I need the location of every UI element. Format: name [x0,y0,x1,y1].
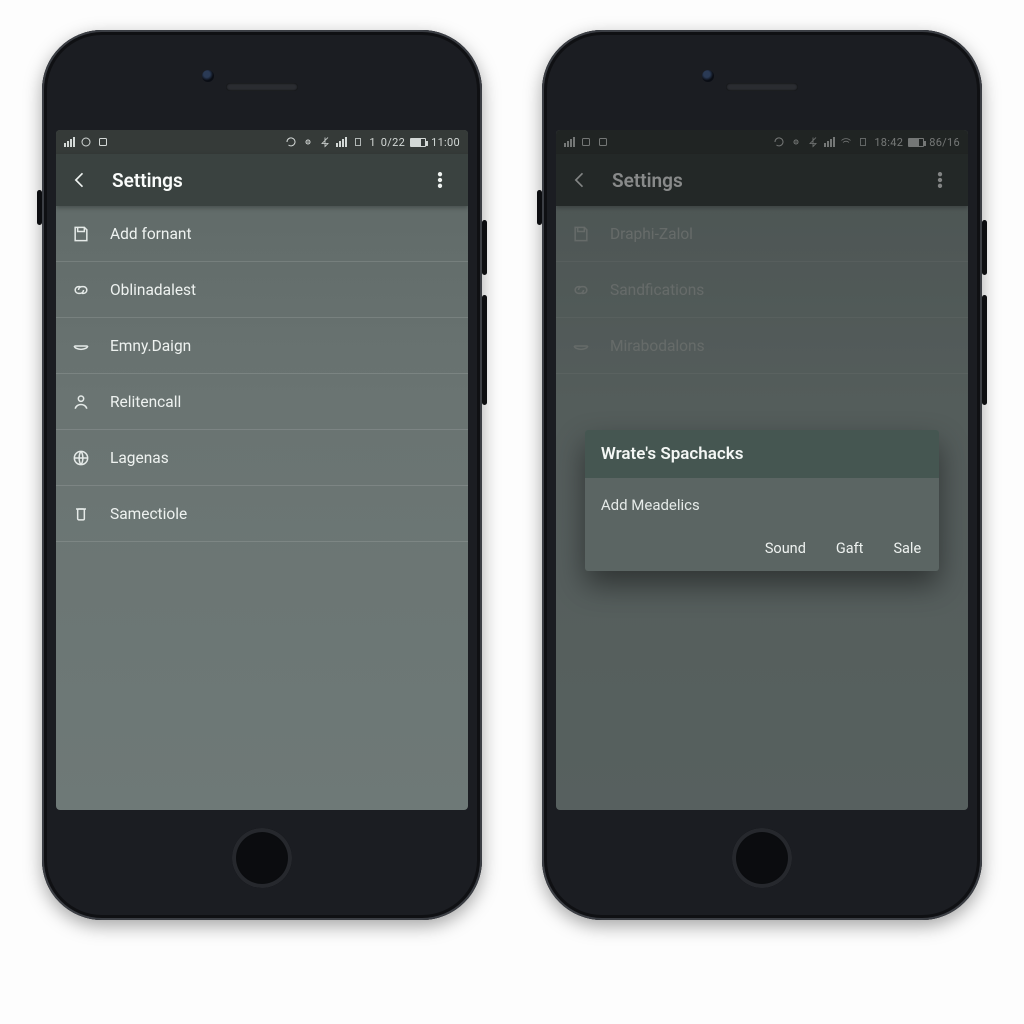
dialog-scrim[interactable]: Wrate's Spachacks Add Meadelics Sound Ga… [556,130,968,810]
settings-item-add-fornant[interactable]: Add fornant [56,206,468,262]
bezel-bottom [56,810,468,906]
cell-icon [352,136,364,148]
settings-item-label: Lagenas [110,449,169,467]
signal-icon [336,137,347,147]
dialog-body: Add Meadelics [585,478,939,540]
bezel-bottom [556,810,968,906]
status-right: 1 0/22 11:00 [285,136,460,149]
trash-icon [70,503,92,525]
more-vert-icon [430,170,450,190]
settings-item-samectiole[interactable]: Samectiole [56,486,468,542]
settings-item-label: Add fornant [110,225,192,243]
bezel-top [56,44,468,130]
status-bar: 1 0/22 11:00 [56,130,468,154]
bluetooth-icon [319,136,331,148]
settings-item-label: Samectiole [110,505,187,523]
page-title: Settings [112,169,183,192]
sync-icon [80,136,92,148]
settings-item-label: Oblinadalest [110,281,196,299]
signal-icon [64,137,75,147]
dialog-action-sound[interactable]: Sound [765,540,806,557]
refresh-icon [285,136,297,148]
settings-item-label: Relitencall [110,393,181,411]
gps-icon [302,136,314,148]
settings-list: Add fornant Oblinadalest Emny.Daign Reli… [56,206,468,542]
dialog-actions: Sound Gaft Sale [585,540,939,571]
dialog-action-gaft[interactable]: Gaft [836,540,864,557]
phone-left: 1 0/22 11:00 Settings Add fornant [42,30,482,920]
settings-item-label: Emny.Daign [110,337,191,355]
status-text: 0/22 [381,136,405,149]
home-button[interactable] [732,828,792,888]
phone-right: 18:42 86/16 Settings Draphi-Zalol Sandfi [542,30,982,920]
dialog: Wrate's Spachacks Add Meadelics Sound Ga… [585,430,939,571]
screen: 18:42 86/16 Settings Draphi-Zalol Sandfi [556,130,968,810]
settings-item-emny-daign[interactable]: Emny.Daign [56,318,468,374]
arrow-left-icon [70,170,90,190]
screen: 1 0/22 11:00 Settings Add fornant [56,130,468,810]
globe-icon [70,447,92,469]
status-text: 1 [369,136,375,149]
dialog-title: Wrate's Spachacks [585,430,939,478]
front-camera [202,70,214,82]
save-icon [70,223,92,245]
settings-item-oblinadalest[interactable]: Oblinadalest [56,262,468,318]
bezel-top [556,44,968,130]
battery-icon [410,138,426,147]
link-icon [70,279,92,301]
person-icon [70,391,92,413]
app-bar: Settings [56,154,468,206]
back-button[interactable] [60,160,100,200]
settings-item-relitencall[interactable]: Relitencall [56,374,468,430]
home-button[interactable] [232,828,292,888]
earpiece-speaker [226,83,298,91]
status-left [64,136,109,148]
status-clock: 11:00 [431,136,460,149]
settings-item-lagenas[interactable]: Lagenas [56,430,468,486]
bowl-icon [70,335,92,357]
overflow-button[interactable] [420,160,460,200]
dialog-action-sale[interactable]: Sale [893,540,921,557]
front-camera [702,70,714,82]
card-icon [97,136,109,148]
earpiece-speaker [726,83,798,91]
